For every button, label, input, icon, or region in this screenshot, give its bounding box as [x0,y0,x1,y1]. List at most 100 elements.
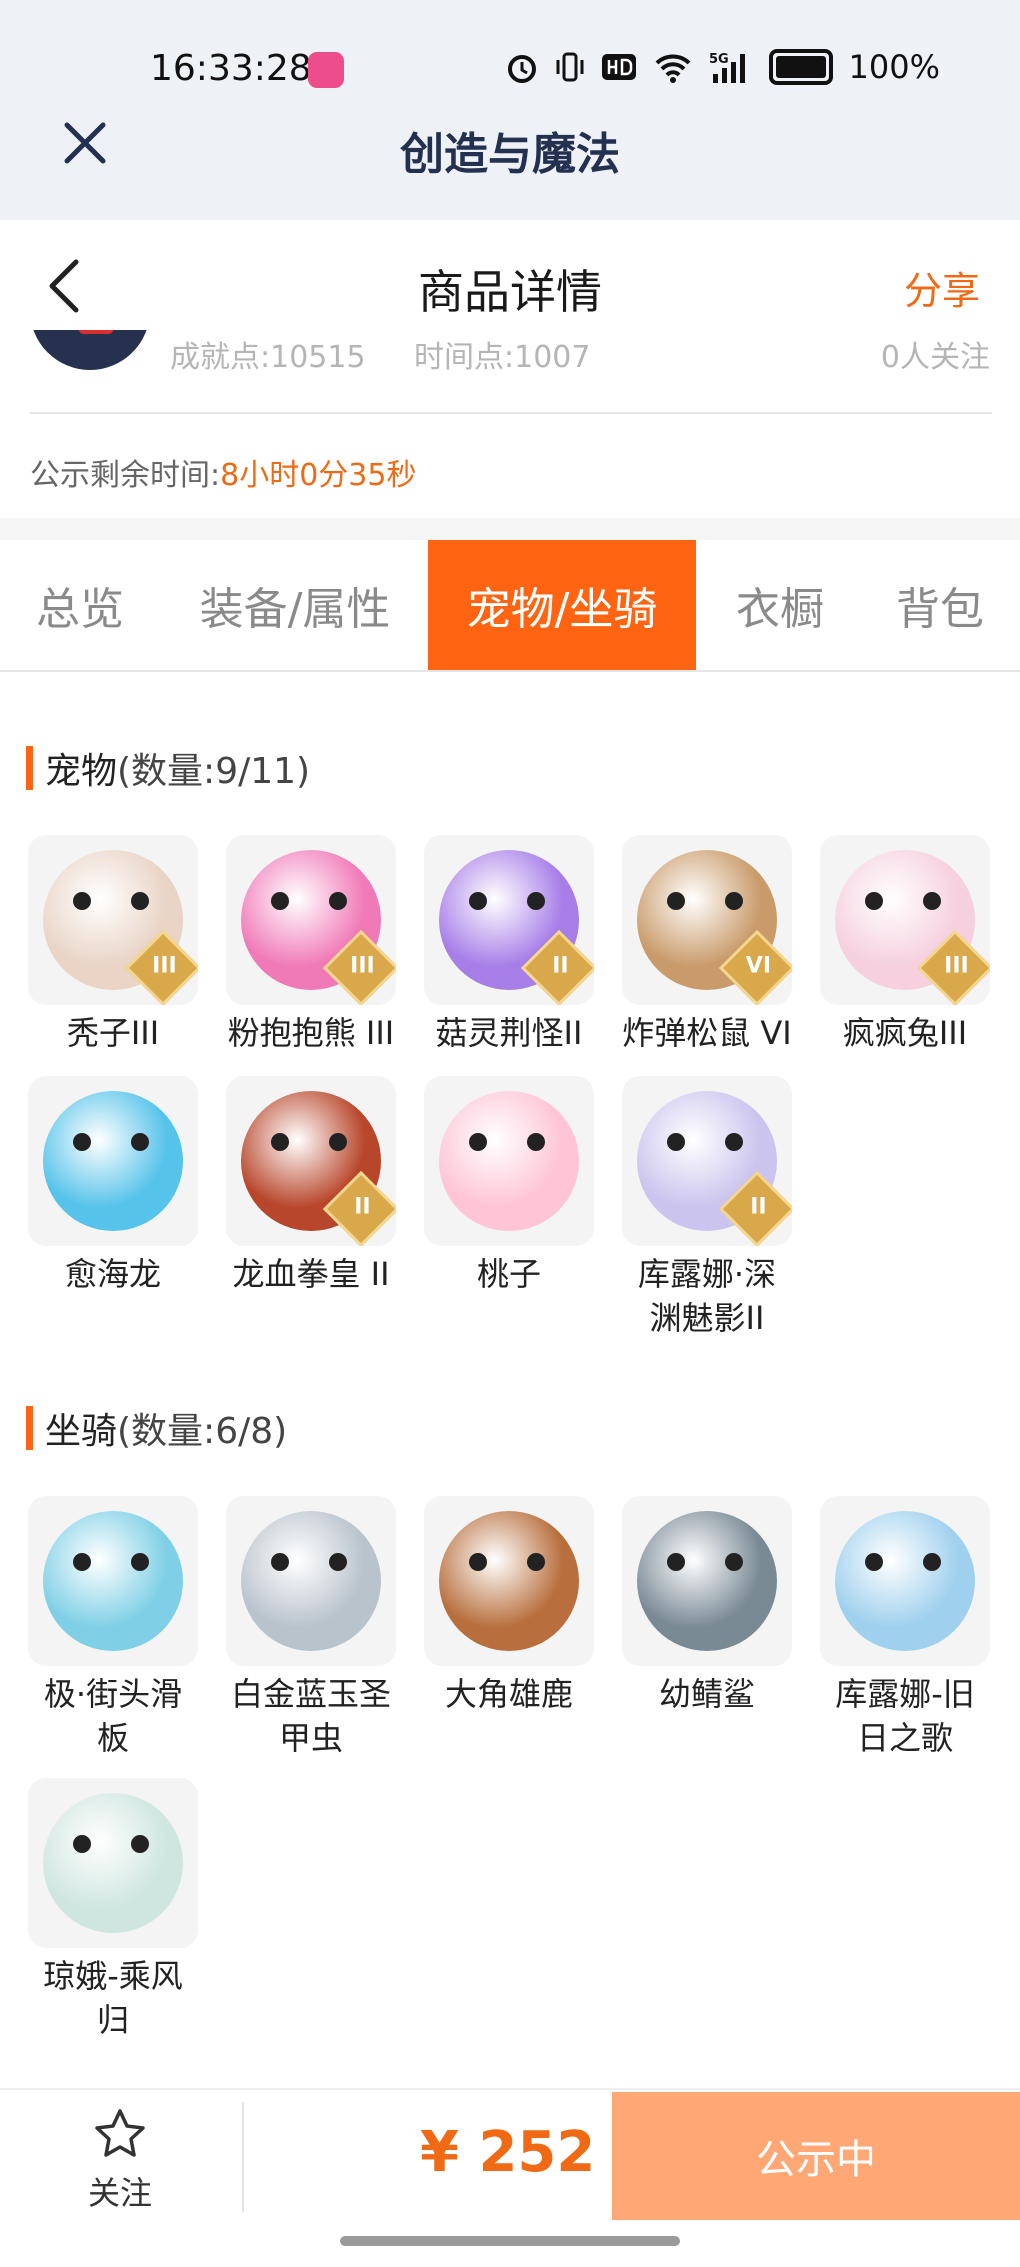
status-bar: 16:33:28 5G 100% [0,40,1020,100]
home-indicator [340,2236,680,2246]
mount-thumbnail [424,1496,594,1666]
mount-image [835,1511,975,1651]
mount-image [43,1511,183,1651]
pet-image [43,1091,183,1231]
bottom-action-bar: 关注 ¥ 252 公示中 [0,2088,1020,2224]
page-title: 商品详情 [418,265,602,319]
tab-backpack[interactable]: 背包 [860,540,1020,670]
mount-name: 大角雄鹿 [444,1675,573,1713]
mount-item[interactable]: 库露娜-旧日之歌 [820,1496,990,1760]
notice-value: 8小时0分35秒 [220,458,417,493]
pet-item[interactable]: II 库露娜·深渊魅影II [622,1076,792,1340]
divider [30,412,992,414]
section-gap [0,518,1020,540]
mount-image [241,1511,381,1651]
mount-item[interactable]: 白金蓝玉圣甲虫 [226,1496,396,1760]
pet-name: 桃子 [476,1255,541,1293]
mount-image [637,1511,777,1651]
mount-item[interactable]: 大角雄鹿 [424,1496,594,1716]
pet-thumbnail: III [820,835,990,1005]
rank-label: II [750,1194,767,1220]
mount-item[interactable]: 极·街头滑板 [28,1496,198,1760]
mounts-title: 坐骑 [45,1411,118,1452]
status-button[interactable]: 公示中 [612,2092,1020,2220]
mount-thumbnail [820,1496,990,1666]
mount-thumbnail [622,1496,792,1666]
notice-remaining-time: 公示剩余时间:8小时0分35秒 [30,450,416,494]
tab-equipment[interactable]: 装备/属性 [170,540,420,670]
pet-name: 龙血拳皇 II [232,1255,390,1293]
rank-label: VI [745,953,772,979]
status-icons: 5G 100% [505,48,940,86]
price: ¥ 252 [420,2120,596,2185]
pet-item[interactable]: II 龙血拳皇 II [226,1076,396,1296]
battery-percent: 100% [848,48,940,86]
cellular-5g-icon: 5G [709,52,745,83]
rank-label: III [944,953,969,979]
mount-thumbnail [226,1496,396,1666]
status-time: 16:33:28 [150,48,312,89]
pet-name: 愈海龙 [64,1255,161,1293]
pet-name: 秃子III [66,1014,160,1052]
battery-icon [768,49,833,85]
rank-label: III [152,953,177,979]
pet-item[interactable]: III 秃子III [28,835,198,1055]
follower-count: 0人关注 [880,340,990,375]
pet-thumbnail: II [424,835,594,1005]
pet-thumbnail: II [622,1076,792,1246]
app-top-bar: 16:33:28 5G 100% 创造与魔法 [0,0,1020,220]
pet-name: 菇灵荆怪II [435,1014,583,1052]
share-button[interactable]: 分享 [904,260,980,315]
time-points: 时间点:1007 [414,340,591,375]
mounts-section-header: 坐骑 (数量:6/8) [26,1405,288,1452]
pet-item[interactable]: II 菇灵荆怪II [424,835,594,1055]
pet-thumbnail: II [226,1076,396,1246]
svg-text:5G: 5G [709,52,729,67]
pet-item[interactable]: 桃子 [424,1076,594,1296]
pet-thumbnail [28,1076,198,1246]
follow-button[interactable]: 关注 [40,2106,200,2216]
star-icon [95,2109,145,2157]
mount-name: 琼娥-乘风归 [43,1957,183,2039]
section-marker [26,746,33,790]
pet-thumbnail: III [226,835,396,1005]
pet-item[interactable]: III 粉抱抱熊 III [226,835,396,1055]
rank-label: III [350,953,375,979]
profile-stats-row: 成就点:10515 时间点:1007 0人关注 [0,330,1020,378]
detail-tabs: 总览 装备/属性 宠物/坐骑 衣橱 背包 [0,540,1020,672]
pets-grid: III 秃子III III 粉抱抱熊 III II 菇灵荆怪II VI 炸弹松鼠 VI III 疯… [28,835,994,1345]
pet-thumbnail: III [28,835,198,1005]
pet-thumbnail [424,1076,594,1246]
pet-name: 粉抱抱熊 III [227,1014,395,1052]
mount-thumbnail [28,1778,198,1948]
vibrate-icon [556,52,584,82]
notice-label: 公示剩余时间: [30,458,221,493]
achievement-points: 成就点:10515 [170,340,366,375]
mount-item[interactable]: 琼娥-乘风归 [28,1778,198,2042]
app-notification-icon [308,52,344,88]
mount-name: 白金蓝玉圣甲虫 [230,1675,391,1757]
mount-image [43,1793,183,1933]
mount-item[interactable]: 幼鲭鲨 [622,1496,792,1716]
tab-wardrobe[interactable]: 衣橱 [700,540,860,670]
pet-name: 疯疯兔III [842,1014,968,1052]
divider [242,2102,244,2212]
mount-name: 极·街头滑板 [43,1675,183,1757]
app-title: 创造与魔法 [400,129,620,180]
pet-item[interactable]: III 疯疯兔III [820,835,990,1055]
pet-item[interactable]: VI 炸弹松鼠 VI [622,835,792,1055]
pet-name: 库露娜·深渊魅影II [637,1255,777,1337]
mount-thumbnail [28,1496,198,1666]
section-marker [26,1406,33,1450]
mount-name: 库露娜-旧日之歌 [835,1675,975,1757]
tab-pets-mounts[interactable]: 宠物/坐骑 [428,540,696,670]
rank-label: II [354,1194,371,1220]
pets-count: (数量:9/11) [117,751,311,792]
mount-name: 幼鲭鲨 [658,1675,755,1713]
pet-item[interactable]: 愈海龙 [28,1076,198,1296]
mount-image [439,1511,579,1651]
pet-image [439,1091,579,1231]
mounts-count: (数量:6/8) [117,1411,288,1452]
tab-overview[interactable]: 总览 [0,540,160,670]
pet-thumbnail: VI [622,835,792,1005]
